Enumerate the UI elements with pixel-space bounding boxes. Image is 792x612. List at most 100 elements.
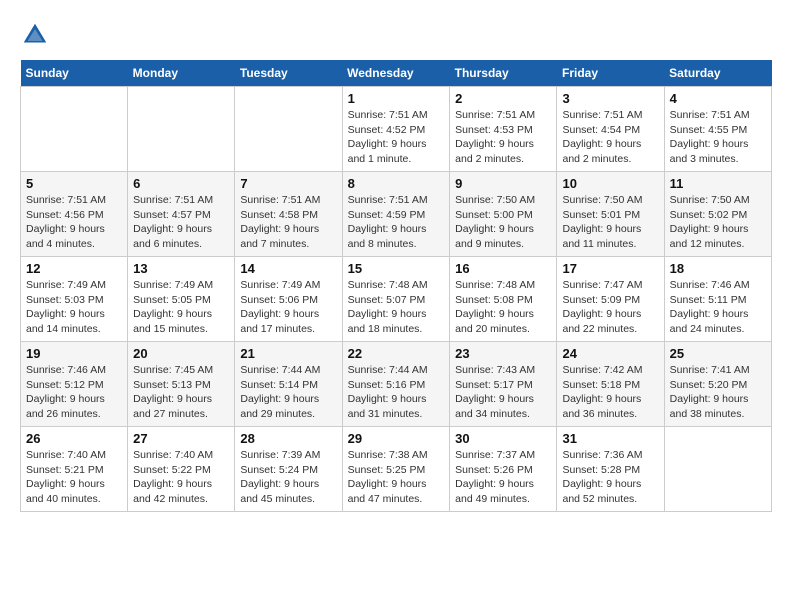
day-info: Sunrise: 7:43 AM Sunset: 5:17 PM Dayligh… [455,363,551,422]
logo-icon [20,20,50,50]
calendar-cell: 8 Sunrise: 7:51 AM Sunset: 4:59 PM Daylig… [342,172,450,257]
day-number: 21 [240,346,336,361]
day-info: Sunrise: 7:37 AM Sunset: 5:26 PM Dayligh… [455,448,551,507]
calendar-cell: 28Sunrise: 7:39 AM Sunset: 5:24 PM Dayli… [235,427,342,512]
day-number: 11 [670,176,766,191]
day-info: Sunrise: 7:48 AM Sunset: 5:08 PM Dayligh… [455,278,551,337]
day-number: 17 [562,261,658,276]
calendar-cell: 27 Sunrise: 7:40 AM Sunset: 5:22 PM Dayli… [128,427,235,512]
day-header-tuesday: Tuesday [235,60,342,87]
calendar-cell: 13Sunrise: 7:49 AM Sunset: 5:05 PM Dayli… [128,257,235,342]
day-info: Sunrise: 7:51 AM Sunset: 4:58 PM Dayligh… [240,193,336,252]
day-info: Sunrise: 7:41 AM Sunset: 5:20 PM Dayligh… [670,363,766,422]
day-info: Sunrise: 7:45 AM Sunset: 5:13 PM Dayligh… [133,363,229,422]
day-info: Sunrise: 7:46 AM Sunset: 5:12 PM Dayligh… [26,363,122,422]
calendar-cell: 10 Sunrise: 7:50 AM Sunset: 5:01 PM Dayli… [557,172,664,257]
calendar-cell: 7 Sunrise: 7:51 AM Sunset: 4:58 PM Daylig… [235,172,342,257]
day-number: 29 [348,431,445,446]
day-number: 31 [562,431,658,446]
calendar-cell [664,427,771,512]
calendar-week-row: 12 Sunrise: 7:49 AM Sunset: 5:03 PM Dayli… [21,257,772,342]
day-number: 18 [670,261,766,276]
day-number: 8 [348,176,445,191]
day-number: 28 [240,431,336,446]
calendar-cell: 11 Sunrise: 7:50 AM Sunset: 5:02 PM Dayli… [664,172,771,257]
day-number: 22 [348,346,445,361]
day-header-saturday: Saturday [664,60,771,87]
calendar-cell: 26 Sunrise: 7:40 AM Sunset: 5:21 PM Dayli… [21,427,128,512]
day-number: 9 [455,176,551,191]
calendar-cell: 25Sunrise: 7:41 AM Sunset: 5:20 PM Dayli… [664,342,771,427]
calendar-cell: 12 Sunrise: 7:49 AM Sunset: 5:03 PM Dayli… [21,257,128,342]
day-number: 26 [26,431,122,446]
page-header [20,20,772,50]
day-info: Sunrise: 7:51 AM Sunset: 4:52 PM Dayligh… [348,108,445,167]
day-info: Sunrise: 7:51 AM Sunset: 4:53 PM Dayligh… [455,108,551,167]
day-info: Sunrise: 7:47 AM Sunset: 5:09 PM Dayligh… [562,278,658,337]
day-info: Sunrise: 7:49 AM Sunset: 5:06 PM Dayligh… [240,278,336,337]
day-number: 12 [26,261,122,276]
day-info: Sunrise: 7:49 AM Sunset: 5:03 PM Dayligh… [26,278,122,337]
calendar-cell [128,87,235,172]
day-number: 1 [348,91,445,106]
day-number: 7 [240,176,336,191]
calendar-cell: 29 Sunrise: 7:38 AM Sunset: 5:25 PM Dayli… [342,427,450,512]
day-info: Sunrise: 7:40 AM Sunset: 5:21 PM Dayligh… [26,448,122,507]
calendar-cell: 6 Sunrise: 7:51 AM Sunset: 4:57 PM Daylig… [128,172,235,257]
day-info: Sunrise: 7:44 AM Sunset: 5:14 PM Dayligh… [240,363,336,422]
day-number: 14 [240,261,336,276]
day-header-wednesday: Wednesday [342,60,450,87]
day-info: Sunrise: 7:42 AM Sunset: 5:18 PM Dayligh… [562,363,658,422]
day-header-thursday: Thursday [450,60,557,87]
day-info: Sunrise: 7:51 AM Sunset: 4:54 PM Dayligh… [562,108,658,167]
day-info: Sunrise: 7:51 AM Sunset: 4:59 PM Dayligh… [348,193,445,252]
day-number: 27 [133,431,229,446]
day-info: Sunrise: 7:51 AM Sunset: 4:55 PM Dayligh… [670,108,766,167]
day-number: 16 [455,261,551,276]
day-info: Sunrise: 7:51 AM Sunset: 4:57 PM Dayligh… [133,193,229,252]
calendar-cell: 9 Sunrise: 7:50 AM Sunset: 5:00 PM Daylig… [450,172,557,257]
day-number: 5 [26,176,122,191]
calendar-week-row: 5 Sunrise: 7:51 AM Sunset: 4:56 PM Daylig… [21,172,772,257]
day-number: 24 [562,346,658,361]
calendar: SundayMondayTuesdayWednesdayThursdayFrid… [20,60,772,512]
calendar-week-row: 1 Sunrise: 7:51 AM Sunset: 4:52 PM Daylig… [21,87,772,172]
day-number: 30 [455,431,551,446]
calendar-cell: 22 Sunrise: 7:44 AM Sunset: 5:16 PM Dayli… [342,342,450,427]
calendar-cell: 18Sunrise: 7:46 AM Sunset: 5:11 PM Dayli… [664,257,771,342]
calendar-cell: 3 Sunrise: 7:51 AM Sunset: 4:54 PM Daylig… [557,87,664,172]
day-number: 10 [562,176,658,191]
day-info: Sunrise: 7:40 AM Sunset: 5:22 PM Dayligh… [133,448,229,507]
day-info: Sunrise: 7:50 AM Sunset: 5:01 PM Dayligh… [562,193,658,252]
day-header-monday: Monday [128,60,235,87]
day-info: Sunrise: 7:49 AM Sunset: 5:05 PM Dayligh… [133,278,229,337]
calendar-cell: 1 Sunrise: 7:51 AM Sunset: 4:52 PM Daylig… [342,87,450,172]
day-info: Sunrise: 7:50 AM Sunset: 5:00 PM Dayligh… [455,193,551,252]
calendar-cell: 30 Sunrise: 7:37 AM Sunset: 5:26 PM Dayli… [450,427,557,512]
calendar-cell: 5 Sunrise: 7:51 AM Sunset: 4:56 PM Daylig… [21,172,128,257]
day-number: 6 [133,176,229,191]
day-info: Sunrise: 7:51 AM Sunset: 4:56 PM Dayligh… [26,193,122,252]
day-number: 3 [562,91,658,106]
calendar-cell: 14 Sunrise: 7:49 AM Sunset: 5:06 PM Dayli… [235,257,342,342]
calendar-cell: 23Sunrise: 7:43 AM Sunset: 5:17 PM Dayli… [450,342,557,427]
calendar-cell: 31 Sunrise: 7:36 AM Sunset: 5:28 PM Dayli… [557,427,664,512]
day-header-friday: Friday [557,60,664,87]
calendar-cell: 24 Sunrise: 7:42 AM Sunset: 5:18 PM Dayli… [557,342,664,427]
calendar-cell: 19 Sunrise: 7:46 AM Sunset: 5:12 PM Dayli… [21,342,128,427]
calendar-cell: 2Sunrise: 7:51 AM Sunset: 4:53 PM Daylig… [450,87,557,172]
calendar-cell: 21 Sunrise: 7:44 AM Sunset: 5:14 PM Dayli… [235,342,342,427]
day-info: Sunrise: 7:36 AM Sunset: 5:28 PM Dayligh… [562,448,658,507]
day-number: 19 [26,346,122,361]
day-info: Sunrise: 7:48 AM Sunset: 5:07 PM Dayligh… [348,278,445,337]
day-info: Sunrise: 7:50 AM Sunset: 5:02 PM Dayligh… [670,193,766,252]
day-number: 20 [133,346,229,361]
day-number: 4 [670,91,766,106]
calendar-cell [235,87,342,172]
logo [20,20,54,50]
calendar-cell: 17 Sunrise: 7:47 AM Sunset: 5:09 PM Dayli… [557,257,664,342]
day-info: Sunrise: 7:44 AM Sunset: 5:16 PM Dayligh… [348,363,445,422]
day-header-sunday: Sunday [21,60,128,87]
day-info: Sunrise: 7:38 AM Sunset: 5:25 PM Dayligh… [348,448,445,507]
calendar-week-row: 19 Sunrise: 7:46 AM Sunset: 5:12 PM Dayli… [21,342,772,427]
